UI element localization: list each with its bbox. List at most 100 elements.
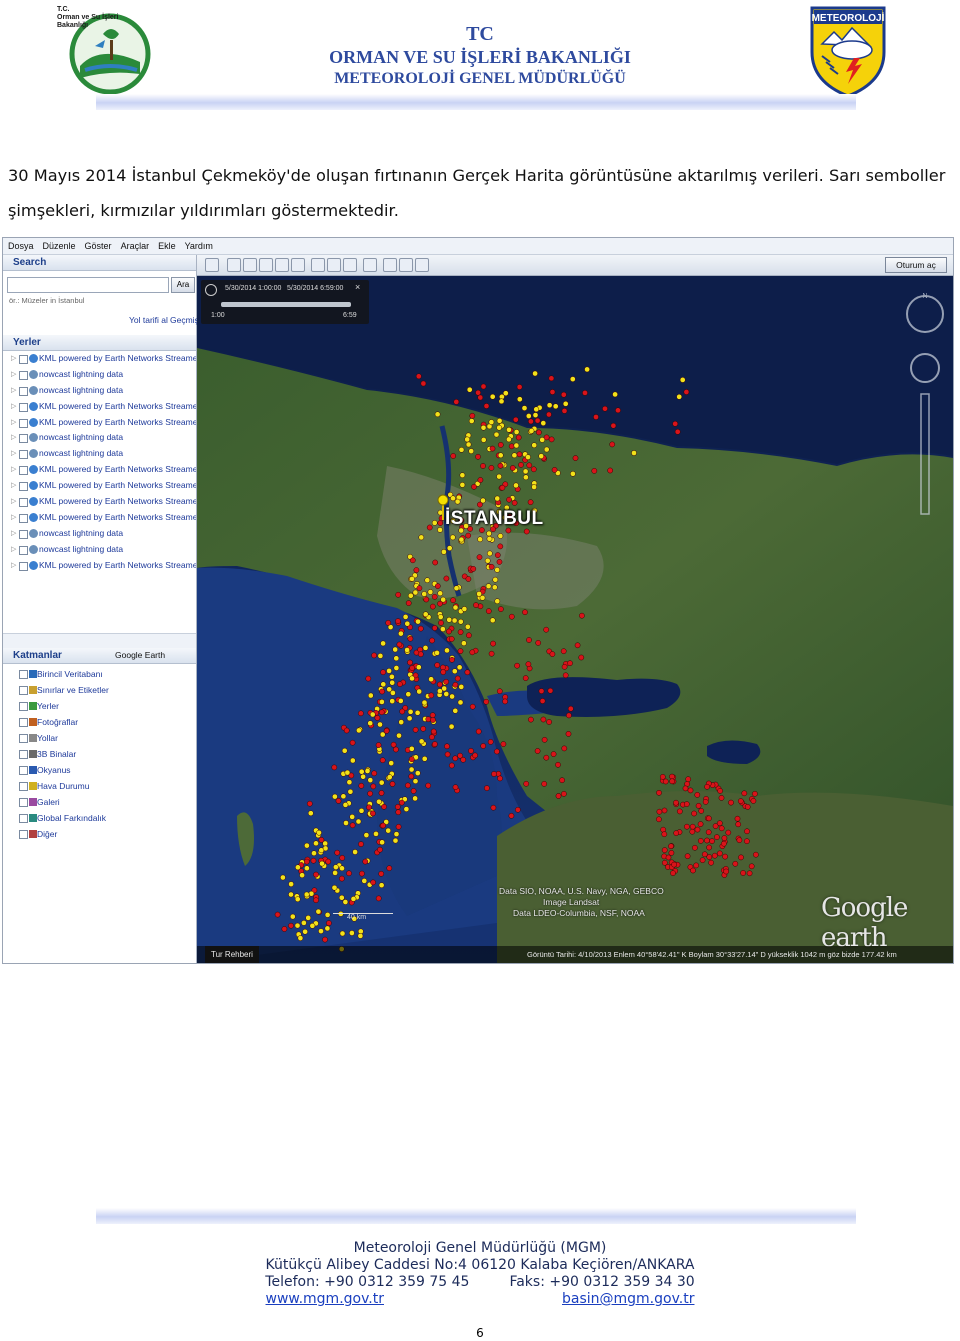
history-clock-icon[interactable]: [311, 258, 325, 272]
checkbox[interactable]: [19, 814, 28, 823]
expand-arrow-icon[interactable]: ▷: [11, 510, 16, 526]
planet-icon[interactable]: [343, 258, 357, 272]
maps-icon[interactable]: [415, 258, 429, 272]
footer-email-link[interactable]: basin@mgm.gov.tr: [562, 1291, 694, 1308]
checkbox[interactable]: [19, 782, 28, 791]
places-item[interactable]: ▷ KML powered by Earth Networks Streamer.…: [3, 494, 196, 510]
tour-guide-button[interactable]: Tur Rehberi: [205, 946, 259, 963]
checkbox[interactable]: [19, 561, 28, 571]
polygon-icon[interactable]: [243, 258, 257, 272]
places-item[interactable]: ▷ KML powered by Earth Networks Streamer.…: [3, 351, 196, 367]
checkbox[interactable]: [19, 702, 28, 711]
layer-item[interactable]: Okyanus: [3, 762, 196, 778]
time-track[interactable]: [221, 302, 351, 307]
sign-in-button[interactable]: Oturum aç: [885, 257, 947, 273]
layer-item[interactable]: 3B Binalar: [3, 746, 196, 762]
expand-arrow-icon[interactable]: ▷: [11, 430, 16, 446]
checkbox[interactable]: [19, 670, 28, 679]
places-item[interactable]: ▷ KML powered by Earth Networks Streamer.…: [3, 399, 196, 415]
places-item[interactable]: ▷ KML powered by Earth Networks Streamer.…: [3, 462, 196, 478]
expand-arrow-icon[interactable]: ▷: [11, 462, 16, 478]
search-button[interactable]: Ara: [171, 277, 195, 293]
email-icon[interactable]: [383, 258, 397, 272]
checkbox[interactable]: [19, 370, 28, 380]
time-slider[interactable]: 5/30/2014 1:00:00 5/30/2014 6:59:00 × 1:…: [201, 280, 369, 324]
expand-arrow-icon[interactable]: ▷: [11, 399, 16, 415]
lightning-strike-marker: [431, 593, 438, 600]
checkbox[interactable]: [19, 734, 28, 743]
expand-arrow-icon[interactable]: ▷: [11, 415, 16, 431]
places-item[interactable]: ▷ nowcast lightning data: [3, 367, 196, 383]
menu-add[interactable]: Ekle: [153, 238, 180, 251]
expand-arrow-icon[interactable]: ▷: [11, 494, 16, 510]
checkbox[interactable]: [19, 386, 28, 396]
checkbox[interactable]: [19, 466, 28, 476]
layers-panel-title[interactable]: Katmanlar Google Earth Galerisi: [3, 648, 196, 675]
expand-arrow-icon[interactable]: ▷: [11, 526, 16, 542]
places-item[interactable]: ▷ nowcast lightning data: [3, 542, 196, 558]
expand-arrow-icon[interactable]: ▷: [11, 542, 16, 558]
places-item[interactable]: ▷ KML powered by Earth Networks Streamer.…: [3, 558, 196, 574]
sidebar-toggle-icon[interactable]: [205, 258, 219, 272]
layer-item[interactable]: Birincil Veritabanı: [3, 666, 196, 682]
checkbox[interactable]: [19, 482, 28, 492]
expand-arrow-icon[interactable]: ▷: [11, 367, 16, 383]
checkbox[interactable]: [19, 750, 28, 759]
close-icon[interactable]: ×: [355, 282, 360, 292]
directions-link[interactable]: Yol tarifi al: [129, 315, 168, 325]
menu-edit[interactable]: Düzenle: [38, 238, 80, 251]
satellite-map[interactable]: N: [197, 276, 953, 963]
checkbox[interactable]: [19, 798, 28, 807]
lightning-strike-marker: [572, 455, 579, 461]
expand-arrow-icon[interactable]: ▷: [11, 446, 16, 462]
checkbox[interactable]: [19, 498, 28, 508]
checkbox[interactable]: [19, 529, 28, 539]
places-item[interactable]: ▷ KML powered by Earth Networks Streamer.…: [3, 415, 196, 431]
menu-file[interactable]: Dosya: [3, 238, 38, 251]
path-icon[interactable]: [259, 258, 273, 272]
footer-web-link[interactable]: www.mgm.gov.tr: [266, 1291, 384, 1308]
menu-tools[interactable]: Araçlar: [116, 238, 154, 251]
checkbox[interactable]: [19, 718, 28, 727]
expand-arrow-icon[interactable]: ▷: [11, 383, 16, 399]
menu-help[interactable]: Yardım: [180, 238, 217, 251]
expand-arrow-icon[interactable]: ▷: [11, 558, 16, 574]
checkbox[interactable]: [19, 686, 28, 695]
search-input[interactable]: [7, 277, 169, 293]
places-item[interactable]: ▷ nowcast lightning data: [3, 383, 196, 399]
overlay-icon[interactable]: [275, 258, 289, 272]
places-item[interactable]: ▷ nowcast lightning data: [3, 526, 196, 542]
sun-icon[interactable]: [327, 258, 341, 272]
menu-view[interactable]: Göster: [80, 238, 116, 251]
checkbox[interactable]: [19, 513, 28, 523]
layer-item[interactable]: Sınırlar ve Etiketler: [3, 682, 196, 698]
layer-item[interactable]: Galeri: [3, 794, 196, 810]
places-item[interactable]: ▷ KML powered by Earth Networks Streamer.…: [3, 478, 196, 494]
places-item[interactable]: ▷ nowcast lightning data: [3, 430, 196, 446]
places-item[interactable]: ▷ KML powered by Earth Networks Streamer.…: [3, 510, 196, 526]
expand-arrow-icon[interactable]: ▷: [11, 478, 16, 494]
layer-item[interactable]: Hava Durumu: [3, 778, 196, 794]
ruler-icon[interactable]: [363, 258, 377, 272]
expand-arrow-icon[interactable]: ▷: [11, 351, 16, 367]
history-link[interactable]: Geçmiş: [170, 315, 199, 325]
checkbox[interactable]: [19, 434, 28, 444]
checkbox[interactable]: [19, 402, 28, 412]
layer-item[interactable]: Yerler: [3, 698, 196, 714]
checkbox[interactable]: [19, 830, 28, 839]
layer-item[interactable]: Yollar: [3, 730, 196, 746]
checkbox[interactable]: [19, 355, 28, 364]
tour-record-icon[interactable]: [291, 258, 305, 272]
checkbox[interactable]: [19, 450, 28, 460]
layer-item[interactable]: Fotoğraflar: [3, 714, 196, 730]
print-icon[interactable]: [399, 258, 413, 272]
checkbox[interactable]: [19, 545, 28, 555]
checkbox[interactable]: [19, 766, 28, 775]
checkbox[interactable]: [19, 418, 28, 428]
placemark-icon[interactable]: [227, 258, 241, 272]
layer-item[interactable]: Global Farkındalık: [3, 810, 196, 826]
places-panel-title[interactable]: Yerler: [3, 335, 196, 351]
search-panel-title[interactable]: Search: [3, 255, 196, 271]
layer-item[interactable]: Diğer: [3, 826, 196, 842]
places-item[interactable]: ▷ nowcast lightning data: [3, 446, 196, 462]
